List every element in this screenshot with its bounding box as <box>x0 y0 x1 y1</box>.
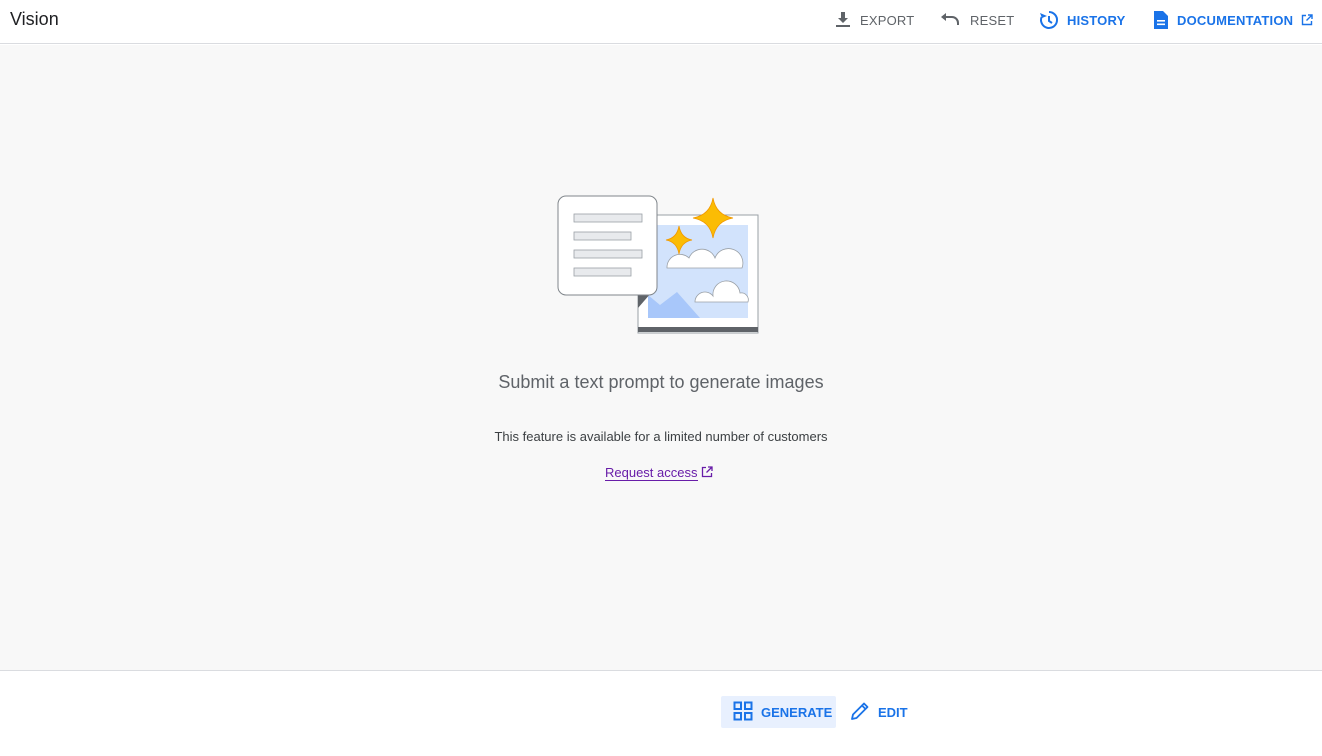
reset-label: RESET <box>970 12 1015 28</box>
history-button[interactable]: HISTORY <box>1039 0 1125 40</box>
download-icon <box>834 11 852 29</box>
history-icon <box>1039 10 1059 30</box>
generate-label: GENERATE <box>761 704 833 720</box>
export-button[interactable]: EXPORT <box>834 0 914 40</box>
open-in-new-icon <box>701 465 713 481</box>
page-title: Vision <box>10 9 59 29</box>
edit-mode-button[interactable]: EDIT <box>838 696 920 728</box>
document-icon <box>1153 10 1169 30</box>
documentation-label: DOCUMENTATION <box>1177 12 1294 28</box>
request-access-link[interactable]: Request access <box>605 465 713 481</box>
reset-button[interactable]: RESET <box>940 0 1014 40</box>
open-in-new-icon <box>1301 14 1313 26</box>
availability-note: This feature is available for a limited … <box>494 429 828 444</box>
edit-label: EDIT <box>878 704 908 720</box>
text-to-image-illustration <box>555 195 765 340</box>
main-content: Submit a text prompt to generate images … <box>0 45 1322 671</box>
generate-mode-button[interactable]: GENERATE <box>721 696 836 728</box>
empty-state-headline: Submit a text prompt to generate images <box>498 372 824 392</box>
top-bar: Vision EXPORT RESET HISTORY DOCUMENTATIO… <box>0 0 1322 44</box>
documentation-link[interactable]: DOCUMENTATION <box>1153 0 1313 40</box>
request-access-label: Request access <box>605 465 698 481</box>
grid-icon <box>733 701 753 724</box>
undo-icon <box>940 11 962 29</box>
pencil-icon <box>850 701 870 724</box>
history-label: HISTORY <box>1067 12 1126 28</box>
export-label: EXPORT <box>860 12 915 28</box>
mode-bar: GENERATE EDIT <box>0 672 1322 756</box>
